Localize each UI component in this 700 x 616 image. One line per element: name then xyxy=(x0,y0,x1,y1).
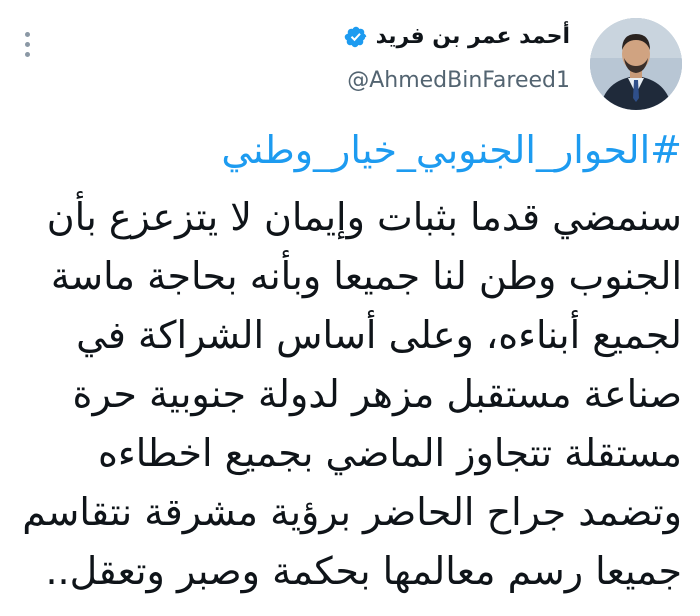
tweet-text-line: وتضمد جراح الحاضر برؤية مشرقة نتقاسم xyxy=(22,490,682,534)
tweet-text-line: صناعة مستقبل مزهر لدولة جنوبية حرة xyxy=(72,372,682,416)
more-dot xyxy=(25,32,30,37)
author-row: أحمد عمر بن فريد xyxy=(344,24,570,49)
avatar-photo xyxy=(590,18,682,110)
tweet: أحمد عمر بن فريد @AhmedBinFareed1 #الحوا… xyxy=(0,0,700,616)
tweet-text-line: لجميع أبناءه، وعلى أساس الشراكة في xyxy=(76,313,682,357)
author-avatar[interactable] xyxy=(590,18,682,110)
tweet-text: سنمضي قدما بثبات وإيمان لا يتزعزع بأن ال… xyxy=(12,188,682,601)
verified-badge-icon xyxy=(344,26,366,47)
tweet-text-line: سنمضي قدما بثبات وإيمان لا يتزعزع بأن xyxy=(46,195,682,239)
author-handle[interactable]: @AhmedBinFareed1 xyxy=(347,68,570,93)
more-dot xyxy=(25,42,30,47)
hashtag-link[interactable]: #الحوار_الجنوبي_خيار_وطني xyxy=(221,128,682,172)
tweet-text-line: الجنوب وطن لنا جميعا وبأنه بحاجة ماسة xyxy=(50,254,682,298)
tweet-text-line: مستقلة تتجاوز الماضي بجميع اخطاءه xyxy=(97,431,682,475)
more-vertical-icon[interactable] xyxy=(24,32,30,57)
more-dot xyxy=(25,52,30,57)
author-name[interactable]: أحمد عمر بن فريد xyxy=(376,24,570,49)
tweet-text-line: جميعا رسم معالمها بحكمة وصبر وتعقل.. xyxy=(45,549,682,593)
